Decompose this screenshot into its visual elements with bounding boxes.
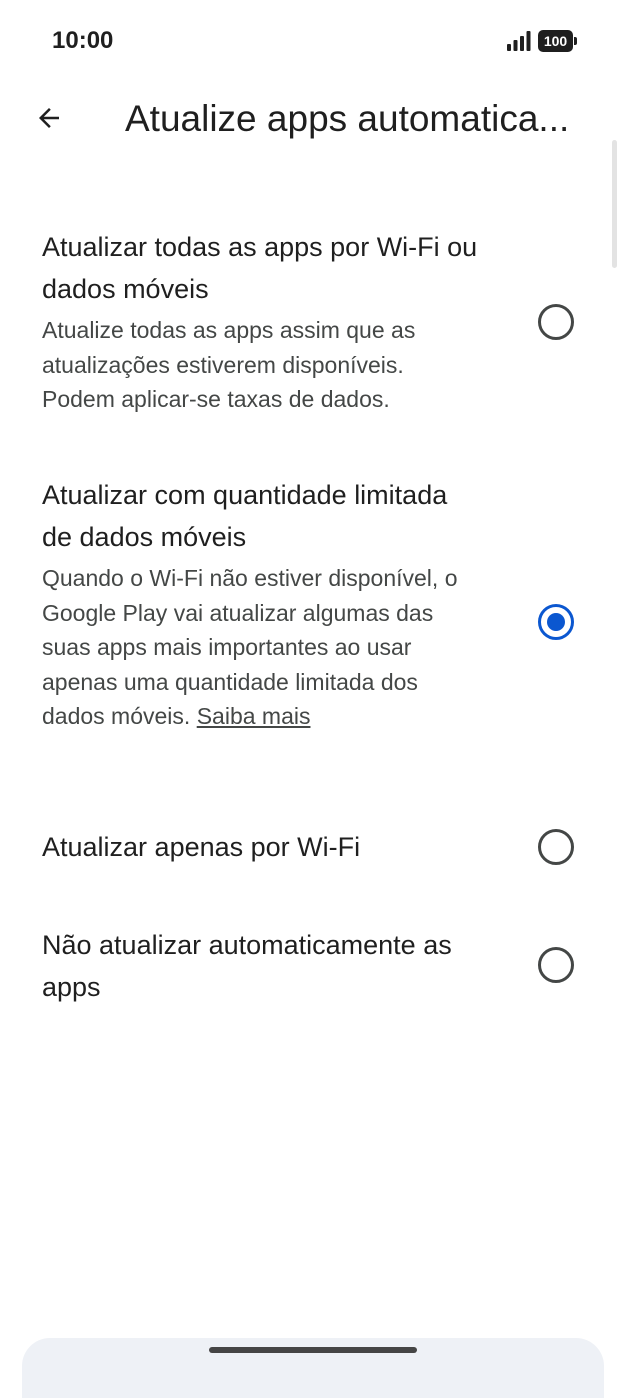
home-indicator[interactable] <box>209 1347 417 1353</box>
option-limited-mobile-data[interactable]: Atualizar com quantidade limitada de dad… <box>0 474 626 774</box>
status-bar: 10:00 100 <box>0 0 626 80</box>
signal-bars-icon <box>507 31 531 51</box>
radio-button[interactable] <box>538 304 574 340</box>
radio-button[interactable] <box>538 829 574 865</box>
arrow-back-icon <box>39 108 59 128</box>
option-text: Atualizar com quantidade limitada de dad… <box>42 474 482 734</box>
option-text: Atualizar apenas por Wi-Fi <box>42 826 482 868</box>
back-button[interactable] <box>25 94 73 142</box>
option-wifi-or-mobile-data[interactable]: Atualizar todas as apps por Wi-Fi ou dad… <box>0 226 626 422</box>
radio-selected-dot <box>547 613 565 631</box>
option-wifi-only[interactable]: Atualizar apenas por Wi-Fi <box>0 826 626 870</box>
page-title: Atualize apps automatica... <box>125 98 570 139</box>
option-title: Atualizar todas as apps por Wi-Fi ou dad… <box>42 232 478 304</box>
option-text: Atualizar todas as apps por Wi-Fi ou dad… <box>42 226 482 417</box>
option-description: Atualize todas as apps assim que as atua… <box>42 317 416 412</box>
option-title: Não atualizar automaticamente as apps <box>42 930 452 1002</box>
option-title: Atualizar apenas por Wi-Fi <box>42 832 361 862</box>
radio-button-selected[interactable] <box>538 604 574 640</box>
option-description: Quando o Wi-Fi não estiver disponível, o… <box>42 561 482 734</box>
battery-icon: 100 <box>538 30 578 52</box>
status-time: 10:00 <box>52 27 114 54</box>
app-bar: Atualize apps automatica... <box>0 80 626 160</box>
option-title: Atualizar com quantidade limitada de dad… <box>42 480 448 552</box>
learn-more-link[interactable]: Saiba mais <box>197 703 311 729</box>
battery-tip <box>574 37 577 45</box>
option-text: Não atualizar automaticamente as apps <box>42 924 482 1008</box>
battery-level: 100 <box>538 30 573 52</box>
radio-button[interactable] <box>538 947 574 983</box>
option-do-not-auto-update[interactable]: Não atualizar automaticamente as apps <box>0 924 626 1008</box>
